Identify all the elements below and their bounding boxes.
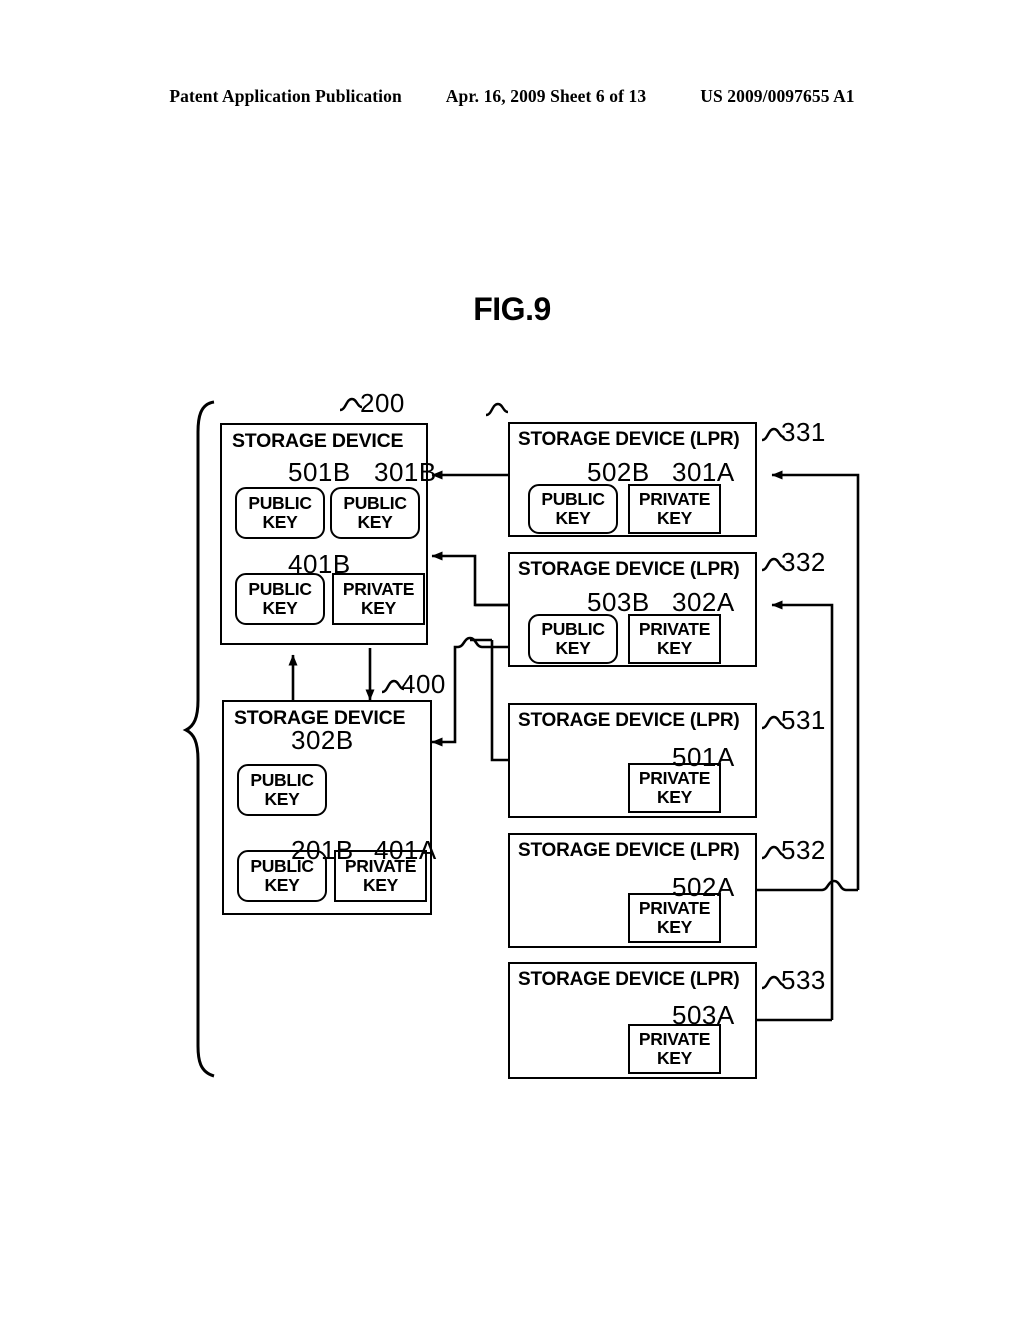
key-box-503B: PUBLIC KEY <box>528 614 618 664</box>
key-label-line2: KEY <box>656 1048 693 1068</box>
ref-number-301B: 301B <box>374 457 437 487</box>
ref-number-503A: 503A <box>672 1000 735 1030</box>
ref-number-301A: 301A <box>672 457 735 487</box>
key-label-line2: KEY <box>264 875 300 895</box>
ref-number-201B: 201B <box>291 835 354 865</box>
key-label-line1: PRIVATE <box>638 619 711 639</box>
key-label-line1: PUBLIC <box>250 770 314 790</box>
key-label-line2: KEY <box>656 787 693 807</box>
key-box-301A: PRIVATE KEY <box>628 484 721 534</box>
key-label-line2: KEY <box>357 512 393 532</box>
ref-number-200: 200 <box>360 388 405 418</box>
device-title: STORAGE DEVICE (LPR) <box>518 559 740 580</box>
ref-number-502A: 502A <box>672 872 735 902</box>
key-label-line1: PRIVATE <box>638 489 711 509</box>
device-title: STORAGE DEVICE <box>232 430 404 452</box>
key-label-line2: KEY <box>656 917 693 937</box>
device-title: STORAGE DEVICE (LPR) <box>518 710 740 731</box>
key-label-line1: PUBLIC <box>248 579 312 599</box>
ref-number-331: 331 <box>781 417 826 447</box>
key-label-line2: KEY <box>362 875 399 895</box>
device-title: STORAGE DEVICE (LPR) <box>518 429 740 450</box>
key-label-line2: KEY <box>656 508 693 528</box>
key-box-302B: PUBLIC KEY <box>237 764 327 816</box>
key-label-line1: PUBLIC <box>541 489 605 509</box>
key-box-503A: PRIVATE KEY <box>628 1024 721 1074</box>
key-box-302A: PRIVATE KEY <box>628 614 721 664</box>
key-box-501B: PUBLIC KEY <box>235 487 325 539</box>
key-box-502B: PUBLIC KEY <box>528 484 618 534</box>
key-label-line1: PRIVATE <box>638 1029 711 1049</box>
device-title: STORAGE DEVICE (LPR) <box>518 969 740 990</box>
key-box-401B: PUBLIC KEY <box>235 573 325 625</box>
figure-drawing: STORAGE DEVICE PUBLIC KEY PUBLIC KEY PUB… <box>0 0 1024 1320</box>
ref-number-332: 332 <box>781 547 826 577</box>
ref-number-501A: 501A <box>672 742 735 772</box>
key-label-line1: PRIVATE <box>342 579 415 599</box>
ref-number-501B: 501B <box>288 457 351 487</box>
key-label-line1: PUBLIC <box>343 493 407 513</box>
key-label-line2: KEY <box>262 512 298 532</box>
key-label-line2: KEY <box>360 598 397 618</box>
ref-number-502B: 502B <box>587 457 650 487</box>
key-box-301B: PUBLIC KEY <box>330 487 420 539</box>
key-label-line2: KEY <box>555 638 591 658</box>
ref-number-533: 533 <box>781 965 826 995</box>
ref-number-531: 531 <box>781 705 826 735</box>
ref-number-503B: 503B <box>587 587 650 617</box>
key-box-private-200: PRIVATE KEY <box>332 573 425 625</box>
key-label-line1: PUBLIC <box>541 619 605 639</box>
ref-number-532: 532 <box>781 835 826 865</box>
key-label-line2: KEY <box>555 508 591 528</box>
key-label-line1: PUBLIC <box>248 493 312 513</box>
ref-number-401B: 401B <box>288 549 351 579</box>
key-label-line2: KEY <box>262 598 298 618</box>
ref-number-302B: 302B <box>291 725 354 755</box>
device-title: STORAGE DEVICE (LPR) <box>518 840 740 861</box>
ref-number-400: 400 <box>401 669 446 699</box>
key-label-line2: KEY <box>656 638 693 658</box>
ref-number-302A: 302A <box>672 587 735 617</box>
key-label-line2: KEY <box>264 789 300 809</box>
ref-number-401A: 401A <box>374 835 437 865</box>
